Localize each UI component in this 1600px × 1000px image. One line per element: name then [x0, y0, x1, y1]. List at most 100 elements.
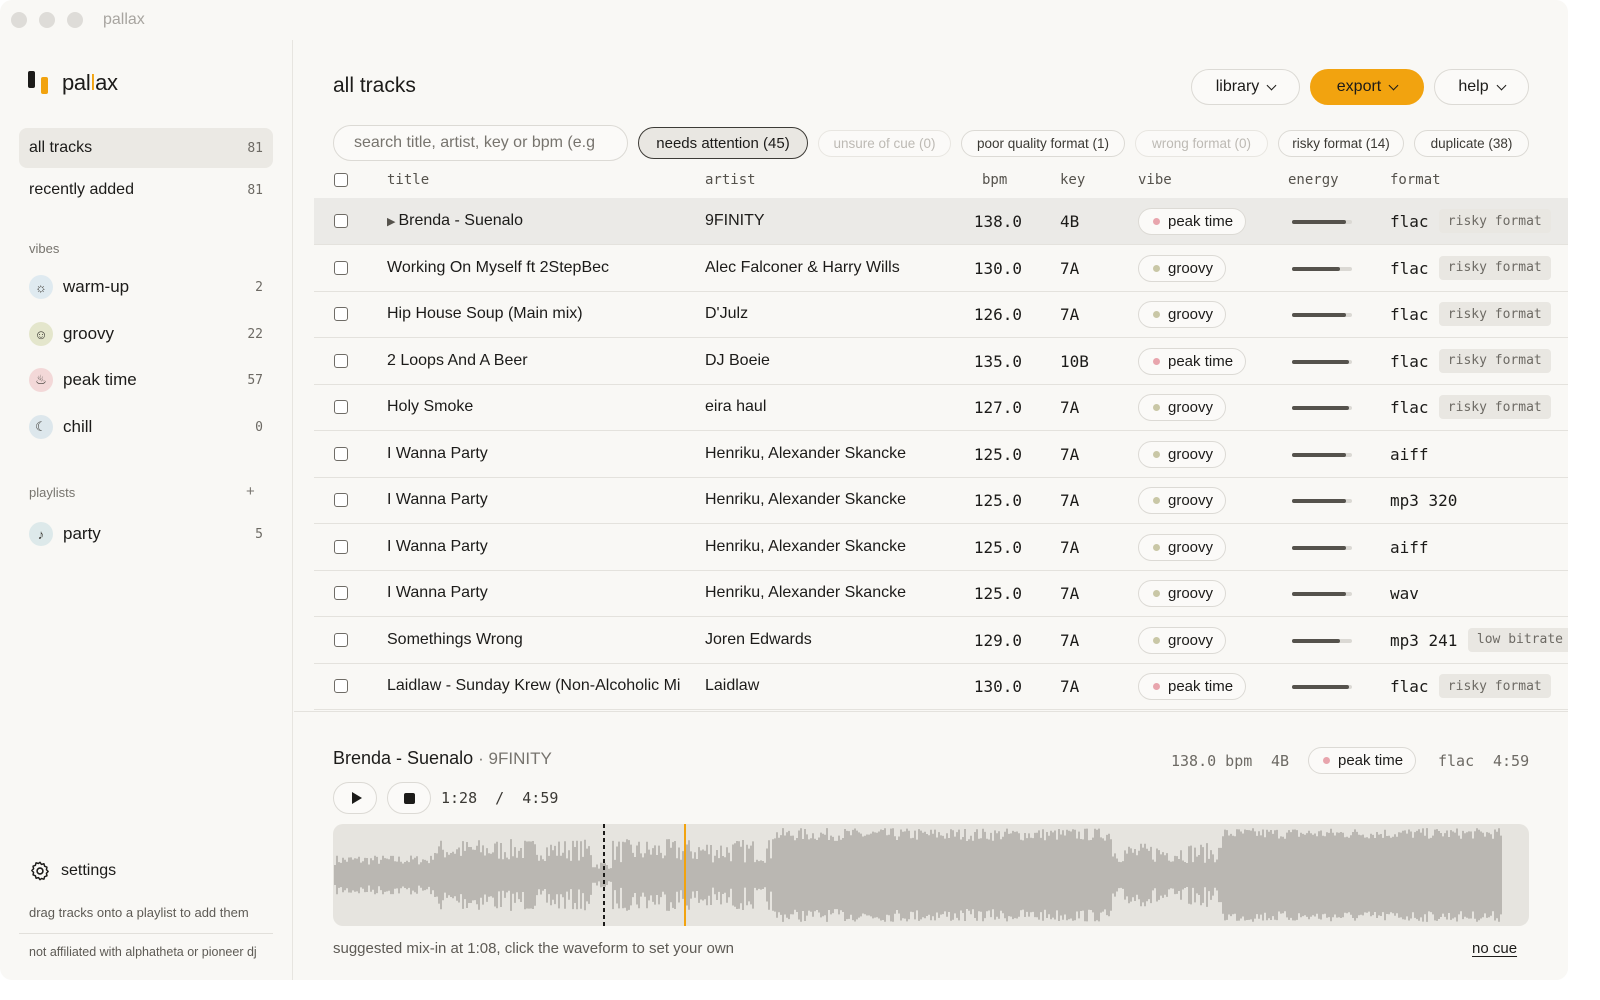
close-window-button[interactable] [11, 12, 27, 28]
track-title-text: I Wanna Party [387, 584, 488, 601]
column-format[interactable]: format [1390, 172, 1441, 188]
track-row[interactable]: ▶ Brenda - Suenalo 9FINITY 138.0 4B peak time… [314, 198, 1568, 245]
track-vibe[interactable]: groovy [1138, 533, 1227, 561]
row-checkbox[interactable] [334, 679, 348, 693]
row-checkbox[interactable] [334, 446, 348, 461]
vibe-item-warm-up[interactable]: ☼ warm-up 2 [19, 267, 273, 307]
column-bpm[interactable]: bpm [982, 172, 1007, 188]
mix-in-hint: suggested mix-in at 1:08, click the wave… [333, 940, 735, 957]
track-bpm: 127.0 [973, 398, 1022, 417]
track-vibe[interactable]: groovy [1138, 487, 1227, 514]
row-checkbox[interactable] [334, 539, 348, 554]
column-artist[interactable]: artist [705, 172, 756, 188]
help-button[interactable]: help [1434, 69, 1529, 105]
row-checkbox[interactable] [334, 632, 348, 647]
track-vibe[interactable]: groovy [1138, 301, 1227, 328]
row-checkbox[interactable] [334, 214, 348, 228]
track-format: mp3 241 [1390, 630, 1458, 650]
vibe-dot-icon [1153, 404, 1160, 411]
track-title: Hip House Soup (Main mix) [387, 305, 687, 323]
track-artist: Henriku, Alexander Skancke [705, 537, 906, 555]
chevron-down-icon [1496, 80, 1507, 90]
vibe-item-peak-time[interactable]: ♨ peak time 57 [19, 360, 273, 400]
now-playing-title: Brenda - Suenalo · 9FINITY [333, 748, 552, 769]
track-row[interactable]: Hip House Soup (Main mix) D'Julz 126.0 7A gr… [314, 291, 1568, 338]
track-vibe[interactable]: groovy [1138, 580, 1227, 607]
track-row[interactable]: Working On Myself ft 2StepBec Alec Falcon… [314, 245, 1568, 292]
waveform-graphic [334, 824, 1502, 926]
column-key[interactable]: key [1060, 172, 1085, 188]
playlist-count: 5 [255, 526, 263, 542]
vibe-item-groovy[interactable]: ☺ groovy 22 [19, 314, 273, 354]
play-icon [351, 792, 362, 804]
filter-needs-attention[interactable]: needs attention (45) [638, 127, 808, 159]
column-title[interactable]: title [387, 172, 429, 188]
vibe-dot-icon [1153, 636, 1160, 644]
track-row[interactable]: I Wanna Party Henriku, Alexander Skancke 1… [314, 431, 1568, 478]
track-row[interactable]: 2 Loops And A Beer DJ Boeie 135.0 10B peak t… [314, 338, 1568, 385]
track-format: flac [1390, 677, 1429, 696]
now-playing-format: flac [1438, 752, 1475, 770]
row-checkbox[interactable] [334, 307, 348, 321]
vibe-dot-icon [1323, 757, 1330, 764]
track-row[interactable]: I Wanna Party Henriku, Alexander Skancke 1… [314, 477, 1568, 524]
track-vibe[interactable]: groovy [1138, 394, 1227, 421]
vibe-dot-icon [1153, 543, 1160, 551]
filter-duplicate[interactable]: duplicate (38) [1414, 130, 1529, 157]
track-title: I Wanna Party [387, 584, 687, 602]
filter-unsure-of-cue[interactable]: unsure of cue (0) [818, 130, 951, 157]
track-vibe[interactable]: peak time [1138, 673, 1247, 700]
track-bpm: 125.0 [973, 444, 1022, 464]
energy-bar [1292, 592, 1352, 596]
smile-icon: ☺ [29, 322, 53, 346]
track-key: 7A [1060, 305, 1080, 324]
column-energy[interactable]: energy [1288, 172, 1339, 188]
vibe-count: 0 [255, 419, 263, 435]
row-checkbox[interactable] [334, 353, 348, 368]
zoom-window-button[interactable] [67, 12, 83, 28]
settings-button[interactable]: settings [29, 860, 116, 882]
track-vibe[interactable]: groovy [1138, 254, 1227, 282]
filter-risky-format[interactable]: risky format (14) [1278, 130, 1404, 157]
track-vibe[interactable]: peak time [1138, 347, 1247, 375]
column-vibe[interactable]: vibe [1138, 172, 1172, 188]
vibe-item-chill[interactable]: ☾ chill 0 [19, 407, 273, 447]
playlist-item-party[interactable]: ♪ party 5 [19, 514, 273, 554]
library-button[interactable]: library [1191, 69, 1300, 105]
row-checkbox[interactable] [334, 586, 348, 600]
stop-button[interactable] [387, 782, 431, 814]
filter-wrong-format[interactable]: wrong format (0) [1135, 130, 1268, 157]
waveform-bars [334, 828, 1502, 922]
track-vibe[interactable]: groovy [1138, 626, 1227, 654]
track-vibe-label: groovy [1168, 445, 1214, 463]
player: Brenda - Suenalo · 9FINITY 138.0 bpm 4B … [294, 711, 1568, 980]
track-row[interactable]: I Wanna Party Henriku, Alexander Skancke 1… [314, 570, 1568, 617]
search-input[interactable] [333, 125, 628, 161]
add-playlist-button[interactable]: + [246, 483, 255, 500]
track-row[interactable]: Laidlaw - Sunday Krew (Non-Alcoholic Mi L… [314, 663, 1568, 710]
filter-poor-quality-format[interactable]: poor quality format (1) [961, 130, 1125, 157]
select-all-checkbox[interactable] [334, 173, 348, 187]
row-checkbox[interactable] [334, 400, 348, 414]
minimize-window-button[interactable] [39, 12, 55, 28]
row-checkbox[interactable] [334, 260, 348, 275]
track-vibe[interactable]: groovy [1138, 440, 1227, 468]
nav-all-tracks[interactable]: all tracks 81 [19, 128, 273, 168]
nav-recently-added[interactable]: recently added 81 [19, 170, 273, 210]
track-key: 7A [1060, 677, 1080, 696]
gear-icon [31, 861, 49, 881]
no-cue-button[interactable]: no cue [1472, 940, 1517, 957]
track-row[interactable]: I Wanna Party Henriku, Alexander Skancke 1… [314, 524, 1568, 571]
brand-logo-icon [28, 71, 50, 95]
track-format: wav [1390, 584, 1419, 603]
row-checkbox[interactable] [334, 493, 348, 507]
play-button[interactable] [333, 782, 377, 814]
track-row[interactable]: Somethings Wrong Joren Edwards 129.0 7A groo… [314, 617, 1568, 664]
track-row[interactable]: Holy Smoke eira haul 127.0 7A groovy flac risk… [314, 384, 1568, 431]
track-vibe[interactable]: peak time [1138, 208, 1247, 235]
export-button[interactable]: export [1310, 69, 1424, 105]
track-format: aiff [1390, 537, 1429, 557]
vibe-count: 57 [247, 372, 263, 388]
track-vibe-label: groovy [1168, 538, 1214, 556]
waveform[interactable] [333, 824, 1529, 926]
